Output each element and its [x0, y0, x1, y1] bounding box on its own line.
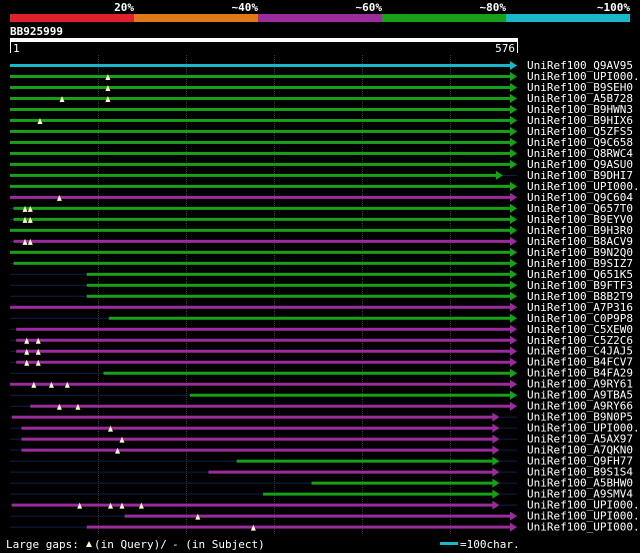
- hit-bar[interactable]: [16, 360, 511, 364]
- scale-label-40: ~40%: [232, 1, 259, 14]
- scale-key-label: =100char.: [460, 538, 520, 551]
- gaps-legend-query: (in Query)/: [94, 538, 167, 551]
- hit-bar[interactable]: [11, 503, 494, 507]
- hit-bar[interactable]: [10, 305, 511, 309]
- query-bar: [10, 38, 518, 42]
- hit-bar[interactable]: [13, 261, 512, 265]
- hit-bar[interactable]: [10, 162, 511, 166]
- query-name: BB925999: [10, 25, 63, 38]
- scale-label-60: ~60%: [356, 1, 383, 14]
- hit-bar[interactable]: [10, 140, 511, 144]
- hit-bar[interactable]: [16, 338, 511, 342]
- hit-bar[interactable]: [263, 492, 494, 496]
- gaps-legend-prefix: Large gaps:: [6, 538, 79, 551]
- hit-bar[interactable]: [10, 96, 511, 100]
- hit-bar[interactable]: [86, 283, 511, 287]
- hit-bar[interactable]: [10, 74, 511, 78]
- hit-bar[interactable]: [108, 316, 511, 320]
- hit-bar[interactable]: [124, 514, 511, 518]
- hit-label[interactable]: UniRef100_UPI000..: [527, 521, 640, 534]
- hit-bar[interactable]: [16, 349, 511, 353]
- hit-bar[interactable]: [21, 426, 494, 430]
- hit-bar[interactable]: [10, 107, 511, 111]
- hit-bar[interactable]: [10, 151, 511, 155]
- gaps-legend-subject: - (in Subject): [172, 538, 265, 551]
- ruler-start-label: 1: [13, 42, 20, 55]
- hit-bar[interactable]: [10, 195, 511, 199]
- hit-bar[interactable]: [10, 250, 511, 254]
- hit-bar[interactable]: [86, 294, 511, 298]
- hit-bar[interactable]: [13, 206, 512, 210]
- hit-bar[interactable]: [10, 85, 511, 89]
- hit-bar[interactable]: [11, 415, 494, 419]
- hit-bar[interactable]: [10, 118, 511, 122]
- hit-bar[interactable]: [21, 448, 494, 452]
- hit-bar[interactable]: [236, 459, 494, 463]
- hit-bar[interactable]: [86, 272, 511, 276]
- hit-bar[interactable]: [86, 525, 511, 529]
- hit-bar[interactable]: [103, 371, 511, 375]
- ruler-end-label: 576: [495, 42, 515, 55]
- hit-bar[interactable]: [16, 327, 511, 331]
- scale-bar-20: [10, 14, 134, 22]
- hit-bar[interactable]: [10, 173, 497, 177]
- scale-bar-100: [506, 14, 630, 22]
- hit-bar[interactable]: [30, 404, 512, 408]
- blast-alignment-view: 20% ~40% ~60% ~80% ~100% BB925999 1 576 …: [0, 0, 640, 553]
- scale-bar-60: [258, 14, 382, 22]
- hit-bar[interactable]: [13, 217, 512, 221]
- hit-bar[interactable]: [10, 129, 511, 133]
- hit-bar[interactable]: [10, 64, 511, 67]
- hit-bar[interactable]: [10, 184, 511, 188]
- hit-bar[interactable]: [10, 228, 511, 232]
- hit-bar[interactable]: [10, 382, 511, 386]
- hit-bar[interactable]: [13, 239, 512, 243]
- hit-bar[interactable]: [189, 393, 511, 397]
- scale-label-100: ~100%: [597, 1, 630, 14]
- hit-bar[interactable]: [208, 470, 494, 474]
- scale-label-80: ~80%: [480, 1, 507, 14]
- scale-bar-40: [134, 14, 258, 22]
- scale-bar-80: [382, 14, 506, 22]
- scale-key-bar: [440, 542, 458, 545]
- scale-label-20: 20%: [114, 1, 134, 14]
- hit-bar[interactable]: [21, 437, 494, 441]
- hit-bar[interactable]: [311, 481, 494, 485]
